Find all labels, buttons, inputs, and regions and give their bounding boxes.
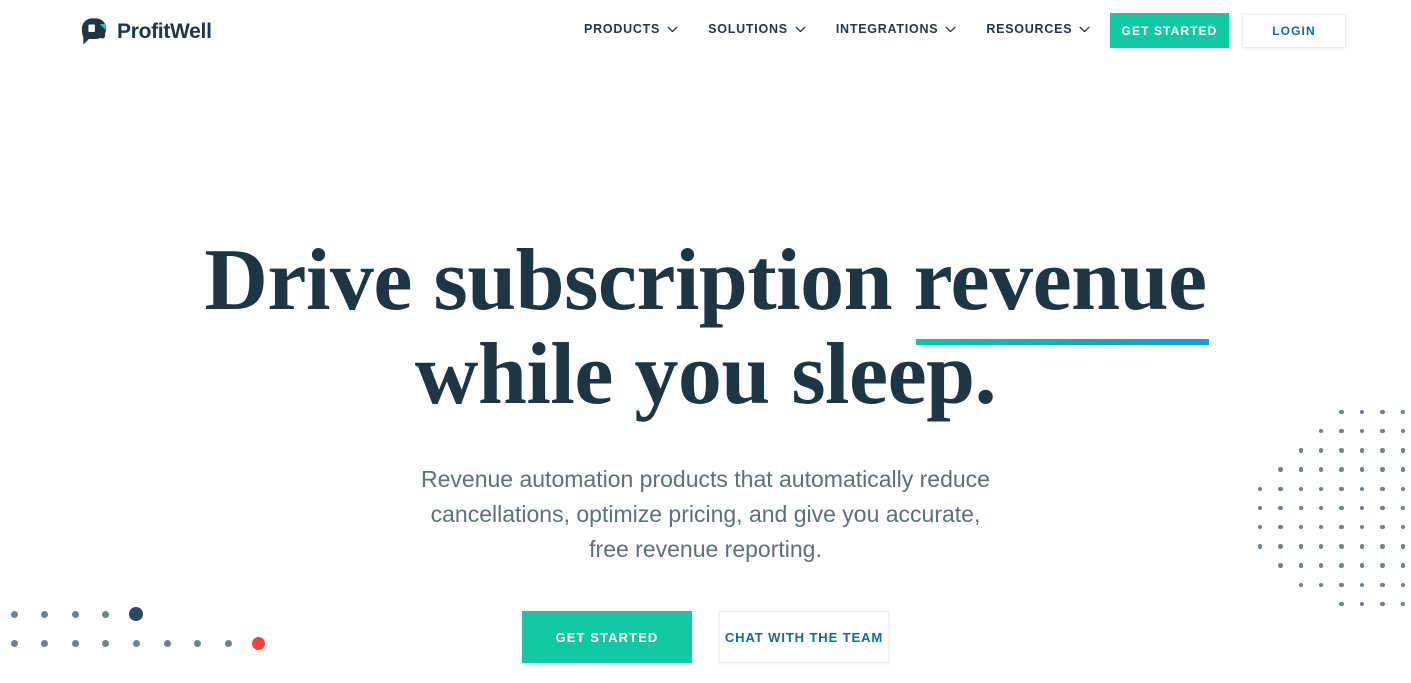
chevron-down-icon [667, 26, 678, 33]
headline-line-2: while you sleep. [414, 326, 997, 423]
nav-item-integrations[interactable]: INTEGRATIONS [836, 22, 957, 36]
headline-line-1: Drive subscription revenue [204, 232, 1209, 345]
hero-get-started-button[interactable]: GET STARTED [522, 611, 692, 663]
decor-dot [1400, 428, 1406, 434]
nav-item-resources[interactable]: RESOURCES [986, 22, 1090, 36]
decor-dot [1359, 448, 1365, 453]
chevron-down-icon [945, 26, 956, 33]
decor-dot [1339, 428, 1344, 434]
brand-name: ProfitWell [117, 20, 212, 43]
landing-page: ProfitWell PRODUCTS SOLUTIONS INTEGRATIO… [0, 0, 1411, 683]
chevron-down-icon [795, 26, 806, 33]
headline-plain: Drive subscription [204, 232, 914, 329]
decor-dot [1359, 601, 1365, 607]
headline-highlight: revenue [913, 232, 1209, 345]
decor-dot [1380, 448, 1385, 453]
nav-item-solutions[interactable]: SOLUTIONS [708, 22, 806, 36]
decor-dot [1318, 448, 1324, 453]
nav-item-products[interactable]: PRODUCTS [584, 22, 678, 36]
nav-item-label: INTEGRATIONS [835, 22, 939, 36]
nav-item-label: SOLUTIONS [708, 22, 788, 36]
decor-dot [1380, 601, 1385, 607]
decor-dot [1380, 582, 1385, 588]
decor-dot [1380, 428, 1385, 434]
brand-logo[interactable]: ProfitWell [80, 17, 212, 46]
decor-dot [1359, 428, 1365, 434]
decor-dot [1318, 428, 1324, 434]
decor-dot [1318, 582, 1324, 588]
chevron-down-icon [1079, 26, 1090, 33]
header-login-button[interactable]: LOGIN [1242, 14, 1346, 48]
decor-dot [1298, 448, 1304, 453]
decor-dot [1400, 601, 1406, 607]
decor-dot [1339, 448, 1344, 453]
site-header: ProfitWell PRODUCTS SOLUTIONS INTEGRATIO… [0, 0, 1411, 63]
header-get-started-button[interactable]: GET STARTED [1110, 13, 1229, 48]
hero-section: Drive subscription revenue while you sle… [0, 0, 1411, 683]
decor-dot [1400, 448, 1406, 453]
main-navigation: PRODUCTS SOLUTIONS INTEGRATIONS RESOURCE… [584, 22, 1090, 36]
decor-dot [1298, 582, 1304, 588]
nav-item-label: RESOURCES [986, 22, 1073, 36]
decor-dot [1339, 601, 1344, 607]
hero-subheading: Revenue automation products that automat… [0, 462, 1411, 567]
nav-item-label: PRODUCTS [584, 22, 661, 36]
hero-cta-group: GET STARTED CHAT WITH THE TEAM [0, 611, 1411, 663]
subhead-line-3: free revenue reporting. [589, 536, 822, 562]
subhead-line-2: cancellations, optimize pricing, and giv… [430, 501, 981, 527]
profitwell-logo-icon [80, 17, 108, 46]
page-title: Drive subscription revenue while you sle… [0, 234, 1411, 422]
decor-dot [1400, 582, 1406, 588]
subhead-line-1: Revenue automation products that automat… [421, 466, 990, 492]
hero-chat-with-team-button[interactable]: CHAT WITH THE TEAM [719, 611, 889, 663]
decor-dot [1359, 582, 1365, 588]
decor-dot [1339, 582, 1344, 588]
